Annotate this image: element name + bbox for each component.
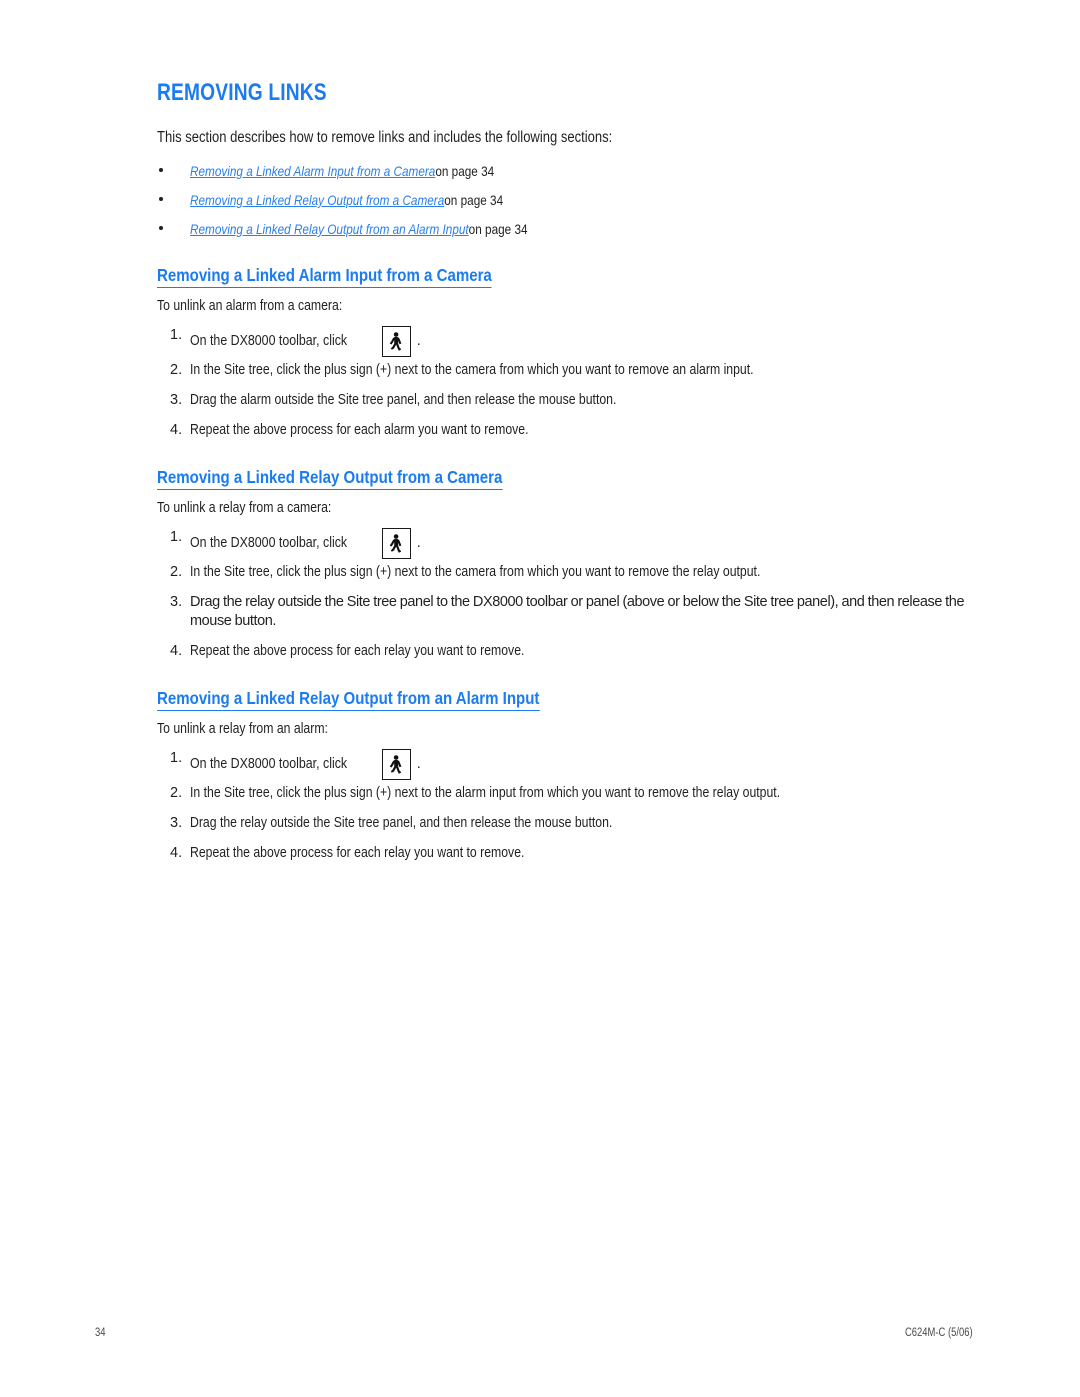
step-number: 3. [170,594,183,610]
section-heading-relay-output-from-camera: Removing a Linked Relay Output from a Ca… [157,466,987,490]
intro-paragraph-text: This section describes how to remove lin… [157,129,613,146]
pedestrian-walking-icon[interactable] [381,749,411,780]
step-text: Repeat the above process for each relay … [190,643,525,659]
step-number: 4. [170,845,183,861]
list-item: Removing a Linked Relay Output from an A… [157,220,987,238]
step-number: 1. [170,529,183,545]
cross-reference-link[interactable]: Removing a Linked Relay Output from an A… [190,221,469,237]
step-text: On the DX8000 toolbar, click [190,756,348,772]
step-text: Drag the alarm outside the Site tree pan… [190,392,617,408]
step-item: 1. On the DX8000 toolbar, click . [157,749,987,780]
page-title: REMOVING LINKS [157,80,987,106]
document-page: REMOVING LINKS This section describes ho… [0,0,1080,1397]
step-item: 2. In the Site tree, click the plus sign… [157,784,987,803]
step-text: In the Site tree, click the plus sign (+… [190,785,781,801]
section-intro: To unlink a relay from an alarm: [157,720,987,739]
page-content: REMOVING LINKS This section describes ho… [157,80,987,889]
bullet-icon [159,168,163,172]
section-heading-alarm-input-from-camera: Removing a Linked Alarm Input from a Cam… [157,264,987,288]
intro-paragraph: This section describes how to remove lin… [157,128,987,148]
step-item: 3. Drag the relay outside the Site tree … [157,814,987,833]
step-number: 2. [170,785,183,801]
step-item: 2. In the Site tree, click the plus sign… [157,563,987,582]
section-intro-text: To unlink a relay from an alarm: [157,721,328,737]
step-list: 1. On the DX8000 toolbar, click . 2. In … [157,528,987,661]
cross-reference-link[interactable]: Removing a Linked Relay Output from a Ca… [190,192,444,208]
step-text: Drag the relay outside the Site tree pan… [190,815,613,831]
footer-doc-code: C624M-C (5/06) [904,1327,973,1339]
step-item: 3. Drag the relay outside the Site tree … [157,593,987,631]
step-list: 1. On the DX8000 toolbar, click . 2. In … [157,326,987,440]
step-item: 2. In the Site tree, click the plus sign… [157,361,987,380]
section-intro-text: To unlink a relay from a camera: [157,500,332,516]
cross-reference-page: on page 34 [435,163,495,179]
section-heading-text: Removing a Linked Relay Output from an A… [157,687,540,711]
cross-reference-link[interactable]: Removing a Linked Alarm Input from a Cam… [190,163,435,179]
cross-reference-page: on page 34 [468,221,528,237]
step-item: 1. On the DX8000 toolbar, click . [157,326,987,357]
section-links-list: Removing a Linked Alarm Input from a Cam… [157,162,987,238]
step-item: 3. Drag the alarm outside the Site tree … [157,391,987,410]
step-text: In the Site tree, click the plus sign (+… [190,564,761,580]
step-text: On the DX8000 toolbar, click [190,333,348,349]
step-trailing-period: . [416,333,421,349]
cross-reference-page: on page 34 [444,192,504,208]
step-item: 1. On the DX8000 toolbar, click . [157,528,987,559]
step-number: 2. [170,564,183,580]
step-item: 4. Repeat the above process for each ala… [157,421,987,440]
step-item: 4. Repeat the above process for each rel… [157,642,987,661]
section-heading-relay-output-from-alarm-input: Removing a Linked Relay Output from an A… [157,687,987,711]
step-list: 1. On the DX8000 toolbar, click . 2. In … [157,749,987,863]
step-number: 1. [170,750,183,766]
section-heading-text: Removing a Linked Relay Output from a Ca… [157,466,503,490]
section-heading-text: Removing a Linked Alarm Input from a Cam… [157,264,492,288]
bullet-icon [159,197,163,201]
page-title-text: REMOVING LINKS [157,79,327,106]
step-text: Repeat the above process for each relay … [190,845,525,861]
step-text: Repeat the above process for each alarm … [190,422,529,438]
section-intro-text: To unlink an alarm from a camera: [157,298,343,314]
step-text: Drag the relay outside the Site tree pan… [190,594,965,629]
list-item: Removing a Linked Alarm Input from a Cam… [157,162,987,180]
pedestrian-walking-icon[interactable] [381,528,411,559]
section-intro: To unlink a relay from a camera: [157,499,987,518]
list-item: Removing a Linked Relay Output from a Ca… [157,191,987,209]
step-text: In the Site tree, click the plus sign (+… [190,362,754,378]
step-text: On the DX8000 toolbar, click [190,535,348,551]
page-footer: 34 C624M-C (5/06) [95,1325,987,1341]
pedestrian-walking-icon[interactable] [381,326,411,357]
step-trailing-period: . [416,535,421,551]
step-number: 4. [170,422,183,438]
bullet-icon [159,226,163,230]
step-trailing-period: . [416,756,421,772]
step-number: 3. [170,392,183,408]
step-number: 3. [170,815,183,831]
step-number: 2. [170,362,183,378]
section-intro: To unlink an alarm from a camera: [157,297,987,316]
step-number: 1. [170,327,183,343]
step-item: 4. Repeat the above process for each rel… [157,844,987,863]
step-number: 4. [170,643,183,659]
footer-page-number: 34 [95,1327,106,1339]
